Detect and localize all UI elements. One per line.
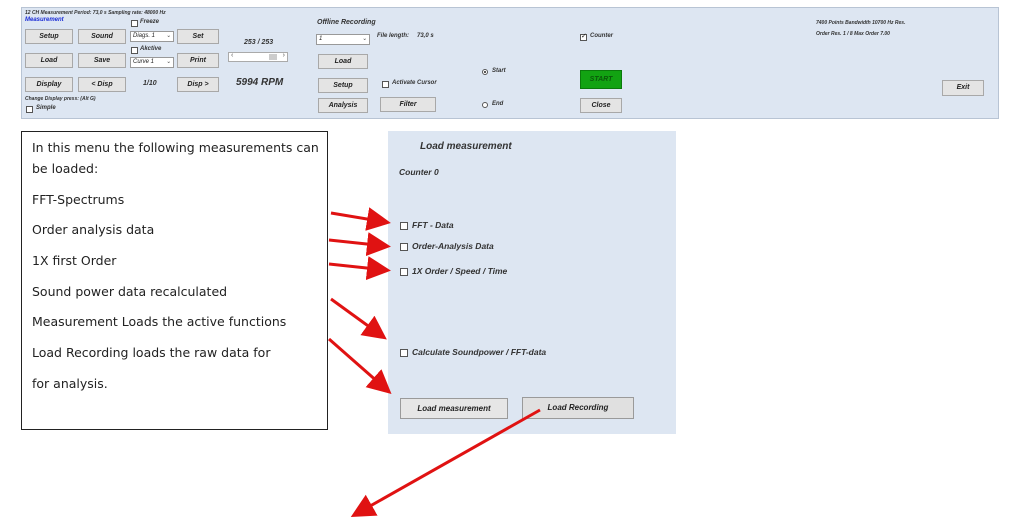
annotation-arrows [328,207,541,517]
arrow-first-order [328,256,391,281]
arrow-fft [330,207,391,231]
arrow-soundpower [330,297,387,340]
arrow-order-analysis [328,232,391,257]
arrow-load-recording [350,408,541,517]
arrow-load-measurement [328,337,392,394]
